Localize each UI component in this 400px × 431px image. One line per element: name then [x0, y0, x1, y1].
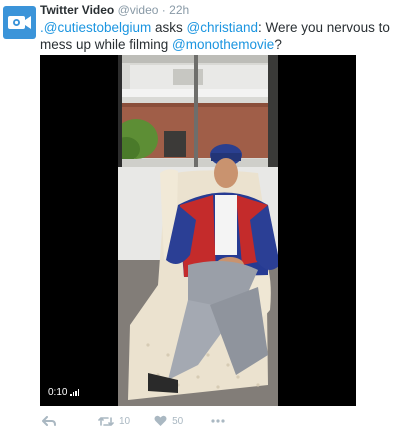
reply-button[interactable]	[42, 415, 56, 427]
retweet-count: 10	[119, 415, 131, 427]
video-timestamp: 0:10	[48, 387, 80, 398]
tweet-header: Twitter Video @video · 22h	[40, 3, 189, 17]
video-frame	[118, 55, 278, 406]
more-button[interactable]	[211, 419, 225, 423]
reply-icon	[42, 415, 56, 426]
author-handle[interactable]: @video	[118, 3, 159, 17]
mention-link[interactable]: .@cutiestobelgium	[40, 20, 151, 35]
volume-icon[interactable]	[70, 389, 80, 396]
video-time-label: 0:10	[48, 387, 68, 398]
video-frame-image	[118, 55, 278, 406]
separator-dot: ·	[161, 3, 166, 17]
author-name[interactable]: Twitter Video	[40, 3, 114, 17]
like-count: 50	[172, 415, 184, 427]
tweet-time[interactable]: 22h	[169, 3, 189, 17]
mention-link[interactable]: @monothemovie	[172, 37, 274, 52]
retweet-icon	[98, 416, 114, 426]
tweet-text-segment: asks	[151, 20, 187, 35]
video-camera-icon	[8, 16, 31, 29]
tweet-actions: 10 50	[40, 413, 240, 429]
video-player[interactable]: 0:10	[40, 55, 356, 406]
more-icon	[211, 419, 225, 423]
like-button[interactable]: 50	[154, 415, 183, 427]
tweet-text-segment: ?	[274, 37, 282, 52]
tweet-text: .@cutiestobelgium asks @christiand: Were…	[40, 19, 395, 53]
retweet-button[interactable]: 10	[98, 416, 130, 427]
heart-icon	[154, 415, 167, 426]
avatar[interactable]	[3, 6, 36, 39]
mention-link[interactable]: @christiand	[187, 20, 258, 35]
